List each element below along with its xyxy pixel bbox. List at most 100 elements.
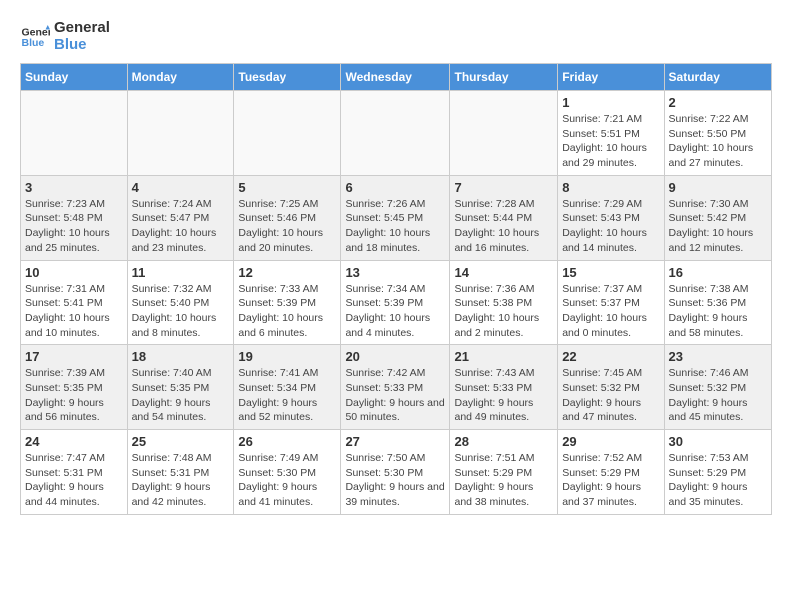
week-row-0: 1 Sunrise: 7:21 AM Sunset: 5:51 PM Daylig…: [21, 91, 772, 176]
header-cell-friday: Friday: [558, 64, 664, 91]
day-info: Sunrise: 7:46 AM Sunset: 5:32 PM Dayligh…: [669, 366, 767, 425]
day-cell: 28 Sunrise: 7:51 AM Sunset: 5:29 PM Dayli…: [450, 430, 558, 515]
header-cell-tuesday: Tuesday: [234, 64, 341, 91]
day-cell: 21Sunrise: 7:43 AM Sunset: 5:33 PM Dayli…: [450, 345, 558, 430]
day-cell: 1 Sunrise: 7:21 AM Sunset: 5:51 PM Daylig…: [558, 91, 664, 176]
calendar-table: SundayMondayTuesdayWednesdayThursdayFrid…: [20, 63, 772, 515]
day-number: 30: [669, 434, 767, 449]
day-cell: 12Sunrise: 7:33 AM Sunset: 5:39 PM Dayli…: [234, 260, 341, 345]
day-info: Sunrise: 7:49 AM Sunset: 5:30 PM Dayligh…: [238, 451, 336, 510]
day-number: 18: [132, 349, 230, 364]
day-number: 19: [238, 349, 336, 364]
week-row-4: 24 Sunrise: 7:47 AM Sunset: 5:31 PM Dayli…: [21, 430, 772, 515]
day-cell: 10 Sunrise: 7:31 AM Sunset: 5:41 PM Dayli…: [21, 260, 128, 345]
day-number: 14: [454, 265, 553, 280]
day-cell: [234, 91, 341, 176]
day-info: Sunrise: 7:28 AM Sunset: 5:44 PM Dayligh…: [454, 197, 553, 256]
day-cell: 30Sunrise: 7:53 AM Sunset: 5:29 PM Dayli…: [664, 430, 771, 515]
day-cell: 25Sunrise: 7:48 AM Sunset: 5:31 PM Dayli…: [127, 430, 234, 515]
day-number: 6: [345, 180, 445, 195]
day-cell: 17 Sunrise: 7:39 AM Sunset: 5:35 PM Dayli…: [21, 345, 128, 430]
day-cell: 26 Sunrise: 7:49 AM Sunset: 5:30 PM Dayli…: [234, 430, 341, 515]
day-info: Sunrise: 7:21 AM Sunset: 5:51 PM Dayligh…: [562, 112, 659, 171]
day-info: Sunrise: 7:25 AM Sunset: 5:46 PM Dayligh…: [238, 197, 336, 256]
day-number: 2: [669, 95, 767, 110]
day-number: 26: [238, 434, 336, 449]
logo-line2: Blue: [54, 37, 110, 54]
day-info: Sunrise: 7:37 AM Sunset: 5:37 PM Dayligh…: [562, 282, 659, 341]
day-cell: 24 Sunrise: 7:47 AM Sunset: 5:31 PM Dayli…: [21, 430, 128, 515]
day-info: Sunrise: 7:24 AM Sunset: 5:47 PM Dayligh…: [132, 197, 230, 256]
day-number: 10: [25, 265, 123, 280]
svg-text:Blue: Blue: [22, 37, 45, 49]
day-cell: 19 Sunrise: 7:41 AM Sunset: 5:34 PM Dayli…: [234, 345, 341, 430]
day-cell: 23 Sunrise: 7:46 AM Sunset: 5:32 PM Dayli…: [664, 345, 771, 430]
day-cell: 4 Sunrise: 7:24 AM Sunset: 5:47 PM Daylig…: [127, 175, 234, 260]
day-info: Sunrise: 7:26 AM Sunset: 5:45 PM Dayligh…: [345, 197, 445, 256]
day-info: Sunrise: 7:40 AM Sunset: 5:35 PM Dayligh…: [132, 366, 230, 425]
day-info: Sunrise: 7:42 AM Sunset: 5:33 PM Dayligh…: [345, 366, 445, 425]
header-cell-saturday: Saturday: [664, 64, 771, 91]
day-info: Sunrise: 7:32 AM Sunset: 5:40 PM Dayligh…: [132, 282, 230, 341]
day-number: 5: [238, 180, 336, 195]
day-number: 13: [345, 265, 445, 280]
header-cell-thursday: Thursday: [450, 64, 558, 91]
day-cell: 15 Sunrise: 7:37 AM Sunset: 5:37 PM Dayli…: [558, 260, 664, 345]
day-number: 11: [132, 265, 230, 280]
day-info: Sunrise: 7:23 AM Sunset: 5:48 PM Dayligh…: [25, 197, 123, 256]
day-cell: 13Sunrise: 7:34 AM Sunset: 5:39 PM Dayli…: [341, 260, 450, 345]
week-row-2: 10 Sunrise: 7:31 AM Sunset: 5:41 PM Dayli…: [21, 260, 772, 345]
day-number: 7: [454, 180, 553, 195]
week-row-1: 3Sunrise: 7:23 AM Sunset: 5:48 PM Daylig…: [21, 175, 772, 260]
day-cell: 7 Sunrise: 7:28 AM Sunset: 5:44 PM Daylig…: [450, 175, 558, 260]
day-cell: [127, 91, 234, 176]
day-cell: 18 Sunrise: 7:40 AM Sunset: 5:35 PM Dayli…: [127, 345, 234, 430]
day-cell: 27Sunrise: 7:50 AM Sunset: 5:30 PM Dayli…: [341, 430, 450, 515]
header-cell-wednesday: Wednesday: [341, 64, 450, 91]
day-info: Sunrise: 7:29 AM Sunset: 5:43 PM Dayligh…: [562, 197, 659, 256]
day-number: 17: [25, 349, 123, 364]
day-info: Sunrise: 7:30 AM Sunset: 5:42 PM Dayligh…: [669, 197, 767, 256]
day-info: Sunrise: 7:36 AM Sunset: 5:38 PM Dayligh…: [454, 282, 553, 341]
header-row: SundayMondayTuesdayWednesdayThursdayFrid…: [21, 64, 772, 91]
day-info: Sunrise: 7:38 AM Sunset: 5:36 PM Dayligh…: [669, 282, 767, 341]
day-cell: 5 Sunrise: 7:25 AM Sunset: 5:46 PM Daylig…: [234, 175, 341, 260]
day-cell: [21, 91, 128, 176]
day-info: Sunrise: 7:45 AM Sunset: 5:32 PM Dayligh…: [562, 366, 659, 425]
day-number: 24: [25, 434, 123, 449]
day-cell: 14 Sunrise: 7:36 AM Sunset: 5:38 PM Dayli…: [450, 260, 558, 345]
day-number: 29: [562, 434, 659, 449]
day-number: 4: [132, 180, 230, 195]
day-cell: 20 Sunrise: 7:42 AM Sunset: 5:33 PM Dayli…: [341, 345, 450, 430]
day-number: 8: [562, 180, 659, 195]
day-number: 23: [669, 349, 767, 364]
day-info: Sunrise: 7:41 AM Sunset: 5:34 PM Dayligh…: [238, 366, 336, 425]
day-cell: [450, 91, 558, 176]
day-info: Sunrise: 7:31 AM Sunset: 5:41 PM Dayligh…: [25, 282, 123, 341]
logo-line1: General: [54, 20, 110, 37]
day-info: Sunrise: 7:22 AM Sunset: 5:50 PM Dayligh…: [669, 112, 767, 171]
day-info: Sunrise: 7:51 AM Sunset: 5:29 PM Dayligh…: [454, 451, 553, 510]
day-number: 28: [454, 434, 553, 449]
day-number: 9: [669, 180, 767, 195]
day-info: Sunrise: 7:47 AM Sunset: 5:31 PM Dayligh…: [25, 451, 123, 510]
day-number: 1: [562, 95, 659, 110]
day-info: Sunrise: 7:43 AM Sunset: 5:33 PM Dayligh…: [454, 366, 553, 425]
day-cell: [341, 91, 450, 176]
day-cell: 2 Sunrise: 7:22 AM Sunset: 5:50 PM Daylig…: [664, 91, 771, 176]
day-cell: 3Sunrise: 7:23 AM Sunset: 5:48 PM Daylig…: [21, 175, 128, 260]
day-info: Sunrise: 7:33 AM Sunset: 5:39 PM Dayligh…: [238, 282, 336, 341]
day-info: Sunrise: 7:39 AM Sunset: 5:35 PM Dayligh…: [25, 366, 123, 425]
header-cell-sunday: Sunday: [21, 64, 128, 91]
day-number: 15: [562, 265, 659, 280]
day-number: 16: [669, 265, 767, 280]
day-cell: 16 Sunrise: 7:38 AM Sunset: 5:36 PM Dayli…: [664, 260, 771, 345]
week-row-3: 17 Sunrise: 7:39 AM Sunset: 5:35 PM Dayli…: [21, 345, 772, 430]
day-number: 27: [345, 434, 445, 449]
day-info: Sunrise: 7:52 AM Sunset: 5:29 PM Dayligh…: [562, 451, 659, 510]
day-number: 25: [132, 434, 230, 449]
day-number: 20: [345, 349, 445, 364]
logo: General Blue General Blue: [20, 20, 110, 53]
header-cell-monday: Monday: [127, 64, 234, 91]
header: General Blue General Blue: [20, 20, 772, 53]
